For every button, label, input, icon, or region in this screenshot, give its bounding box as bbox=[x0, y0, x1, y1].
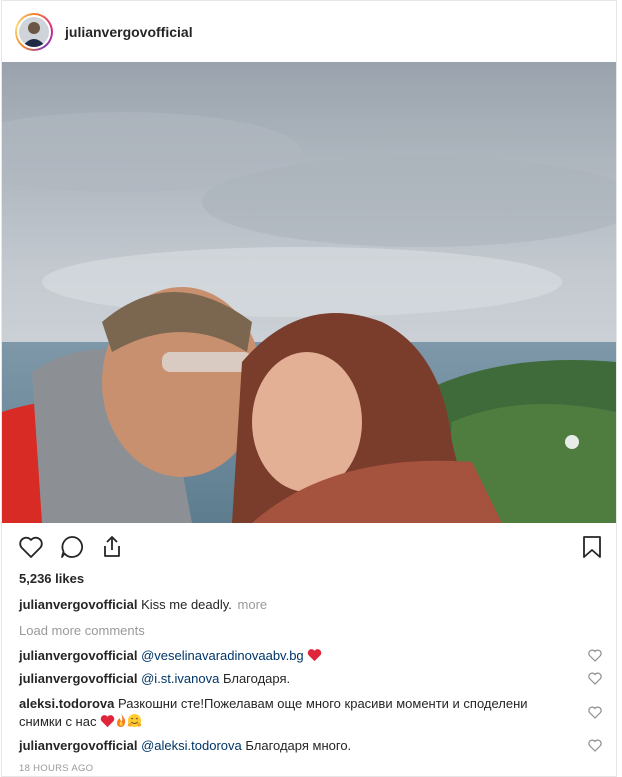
comment-text: Разкошни сте!Пожелавам още много красиви… bbox=[118, 696, 528, 711]
heart-outline-icon[interactable] bbox=[17, 533, 45, 561]
comment-like-icon[interactable] bbox=[587, 737, 603, 753]
bookmark-icon[interactable] bbox=[578, 533, 606, 561]
avatar-image bbox=[17, 14, 51, 49]
comment-username[interactable]: julianvergovofficial bbox=[19, 671, 137, 686]
caption-username[interactable]: julianvergovofficial bbox=[19, 597, 137, 612]
comment-mention[interactable]: @veselinavaradinovaabv.bg bbox=[141, 648, 304, 663]
comment-text: снимки с нас bbox=[19, 714, 97, 729]
comment-text: Благодаря. bbox=[222, 671, 291, 686]
comment-row: aleksi.todorova Разкошни сте!Пожелавам о… bbox=[19, 695, 579, 731]
avatar[interactable] bbox=[15, 12, 53, 51]
comment-like-icon[interactable] bbox=[587, 647, 603, 663]
caption-text: Kiss me deadly. bbox=[141, 597, 232, 612]
instagram-post: julianvergovofficial 5,236 likes julianv… bbox=[1, 0, 617, 777]
comment-like-icon[interactable] bbox=[587, 670, 603, 686]
post-timestamp[interactable]: 18 HOURS AGO bbox=[19, 763, 93, 774]
comment-row: julianvergovofficial @aleksi.todorova Бл… bbox=[19, 737, 579, 755]
load-more-comments[interactable]: Load more comments bbox=[19, 623, 145, 638]
share-icon[interactable] bbox=[98, 533, 126, 561]
comment-username[interactable]: julianvergovofficial bbox=[19, 738, 137, 753]
caption: julianvergovofficial Kiss me deadly. mor… bbox=[19, 597, 267, 612]
red-heart-emoji-icon bbox=[308, 649, 322, 662]
fire-emoji-icon bbox=[117, 714, 126, 727]
comment-username[interactable]: julianvergovofficial bbox=[19, 648, 137, 663]
more-link[interactable]: more bbox=[238, 597, 268, 612]
post-photo[interactable] bbox=[2, 62, 616, 523]
comment-like-icon[interactable] bbox=[587, 704, 603, 720]
comment-text: Благодаря много. bbox=[245, 738, 352, 753]
likes-count[interactable]: 5,236 likes bbox=[19, 571, 84, 586]
comment-username[interactable]: aleksi.todorova bbox=[19, 696, 114, 711]
action-bar bbox=[2, 523, 616, 571]
post-header: julianvergovofficial bbox=[2, 1, 616, 62]
username[interactable]: julianvergovofficial bbox=[65, 24, 193, 40]
comment-row: julianvergovofficial @veselinavaradinova… bbox=[19, 647, 579, 665]
hugging-face-emoji-icon bbox=[128, 713, 142, 728]
red-heart-emoji-icon bbox=[100, 715, 115, 728]
comment-mention[interactable]: @i.st.ivanova bbox=[141, 671, 219, 686]
comment-mention[interactable]: @aleksi.todorova bbox=[141, 738, 242, 753]
comment-row: julianvergovofficial @i.st.ivanova Благо… bbox=[19, 670, 579, 688]
speech-bubble-icon[interactable] bbox=[58, 533, 86, 561]
